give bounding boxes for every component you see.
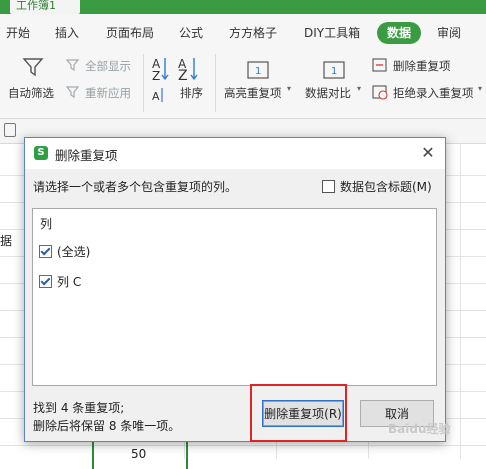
header-checkbox[interactable] — [322, 180, 335, 193]
tab-fangfang-gezi[interactable]: 方方格子 — [229, 22, 277, 44]
ribbon-separator — [143, 54, 144, 112]
show-all-icon — [66, 59, 80, 72]
highlight-duplicates-button[interactable]: 高亮重复项 — [224, 85, 282, 101]
dropdown-arrow-icon[interactable]: ▾ — [287, 84, 291, 93]
watermark: Baidu经验 — [388, 422, 451, 436]
remove-duplicates-dialog: S 删除重复项 ✕ 请选择一个或者多个包含重复项的列。 数据包含标题(M) 列 … — [24, 137, 446, 442]
menu-tabs: 开始 插入 页面布局 公式 方方格子 DIY工具箱 数据 审阅 — [0, 14, 486, 50]
highlight-box — [250, 384, 347, 442]
svg-text:A: A — [152, 90, 160, 103]
reapply-icon — [66, 86, 80, 99]
select-all-checkbox[interactable] — [39, 245, 52, 258]
tab-diy-toolbox[interactable]: DIY工具箱 — [304, 22, 360, 44]
reject-entry-icon — [372, 85, 388, 100]
remove-duplicates-ribbon-button[interactable]: 删除重复项 — [393, 58, 451, 74]
wps-sheet-icon: S — [34, 146, 48, 160]
show-all-button[interactable]: 全部显示 — [85, 58, 131, 74]
dropdown-arrow-icon[interactable]: ▾ — [357, 84, 361, 93]
auto-filter-button[interactable]: 自动筛选 — [8, 85, 54, 101]
list-item[interactable]: (全选) — [39, 243, 90, 260]
dialog-title-bar[interactable]: S 删除重复项 ✕ — [25, 138, 445, 169]
column-list[interactable]: 列 (全选) 列 C — [32, 208, 437, 386]
name-box-icon — [4, 123, 16, 137]
dialog-instruction: 请选择一个或者多个包含重复项的列。 — [33, 180, 238, 194]
tab-insert[interactable]: 插入 — [55, 22, 79, 44]
workbook-tab[interactable]: 工作簿1 — [10, 0, 80, 14]
reject-duplicate-entry-button[interactable]: 拒绝录入重复项 — [393, 85, 474, 101]
svg-text:1: 1 — [255, 66, 261, 77]
list-item-label: 列 C — [57, 275, 82, 289]
grid-line — [460, 143, 461, 459]
svg-text:1: 1 — [331, 66, 337, 77]
column-c-checkbox[interactable] — [39, 275, 52, 288]
ribbon-separator — [215, 54, 216, 112]
dropdown-arrow-icon[interactable]: ▾ — [478, 84, 482, 93]
filter-icon[interactable] — [22, 56, 44, 78]
grid-line — [0, 445, 486, 446]
tab-page-layout[interactable]: 页面布局 — [106, 22, 154, 44]
list-item-label: (全选) — [57, 245, 91, 259]
tab-data[interactable]: 数据 — [377, 22, 422, 44]
header-checkbox-label: 数据包含标题(M) — [340, 180, 432, 194]
header-checkbox-row[interactable]: 数据包含标题(M) — [322, 178, 432, 195]
list-item[interactable]: 列 C — [39, 273, 81, 290]
found-duplicates-text: 找到 4 条重复项; — [33, 401, 125, 415]
svg-text:Z: Z — [178, 68, 188, 84]
keep-unique-text: 删除后将保留 8 条唯一项。 — [33, 419, 181, 433]
cell-text: 据 — [0, 234, 13, 248]
compare-data-icon[interactable]: 1 — [322, 57, 346, 81]
remove-duplicates-icon — [372, 58, 387, 72]
sort-button[interactable]: 排序 — [180, 85, 203, 101]
tab-formulas[interactable]: 公式 — [179, 22, 203, 44]
tab-review[interactable]: 审阅 — [437, 22, 461, 44]
compare-data-button[interactable]: 数据对比 — [305, 85, 351, 101]
reapply-button[interactable]: 重新应用 — [85, 85, 131, 101]
tab-home[interactable]: 开始 — [6, 22, 30, 44]
dialog-title: 删除重复项 — [55, 148, 118, 163]
window-title-strip: 工作簿1 — [0, 0, 486, 14]
highlight-duplicates-icon[interactable]: 1 — [246, 57, 270, 81]
ribbon: 开始 插入 页面布局 公式 方方格子 DIY工具箱 数据 审阅 自动筛选 全部显… — [0, 14, 486, 119]
column-list-header: 列 — [40, 217, 53, 231]
close-icon[interactable]: ✕ — [417, 142, 439, 164]
svg-text:Z: Z — [152, 69, 160, 83]
